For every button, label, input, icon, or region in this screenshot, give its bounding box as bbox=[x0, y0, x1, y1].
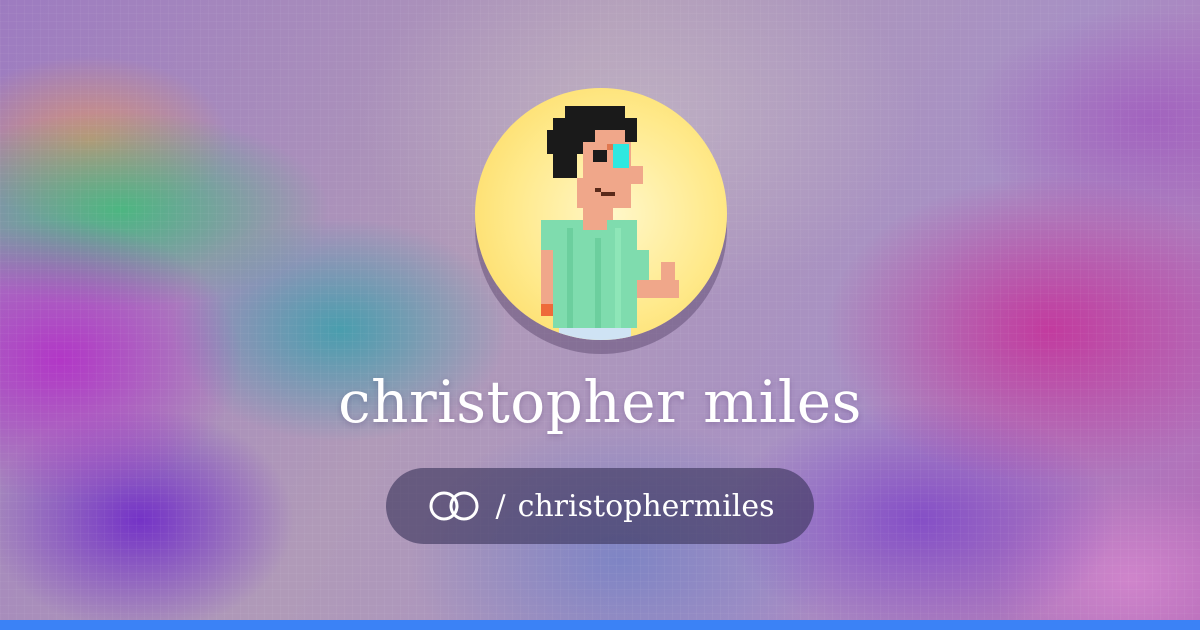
link-rings-icon bbox=[425, 490, 483, 522]
pixel-avatar-icon bbox=[541, 106, 679, 340]
profile-handle: christophermiles bbox=[517, 488, 775, 524]
avatar bbox=[475, 88, 727, 340]
profile-name: christopher miles bbox=[338, 368, 862, 436]
handle-separator: / bbox=[495, 488, 506, 524]
profile-link-pill[interactable]: / christophermiles bbox=[386, 468, 814, 544]
avatar-circle bbox=[475, 88, 727, 340]
bottom-accent-bar bbox=[0, 620, 1200, 630]
